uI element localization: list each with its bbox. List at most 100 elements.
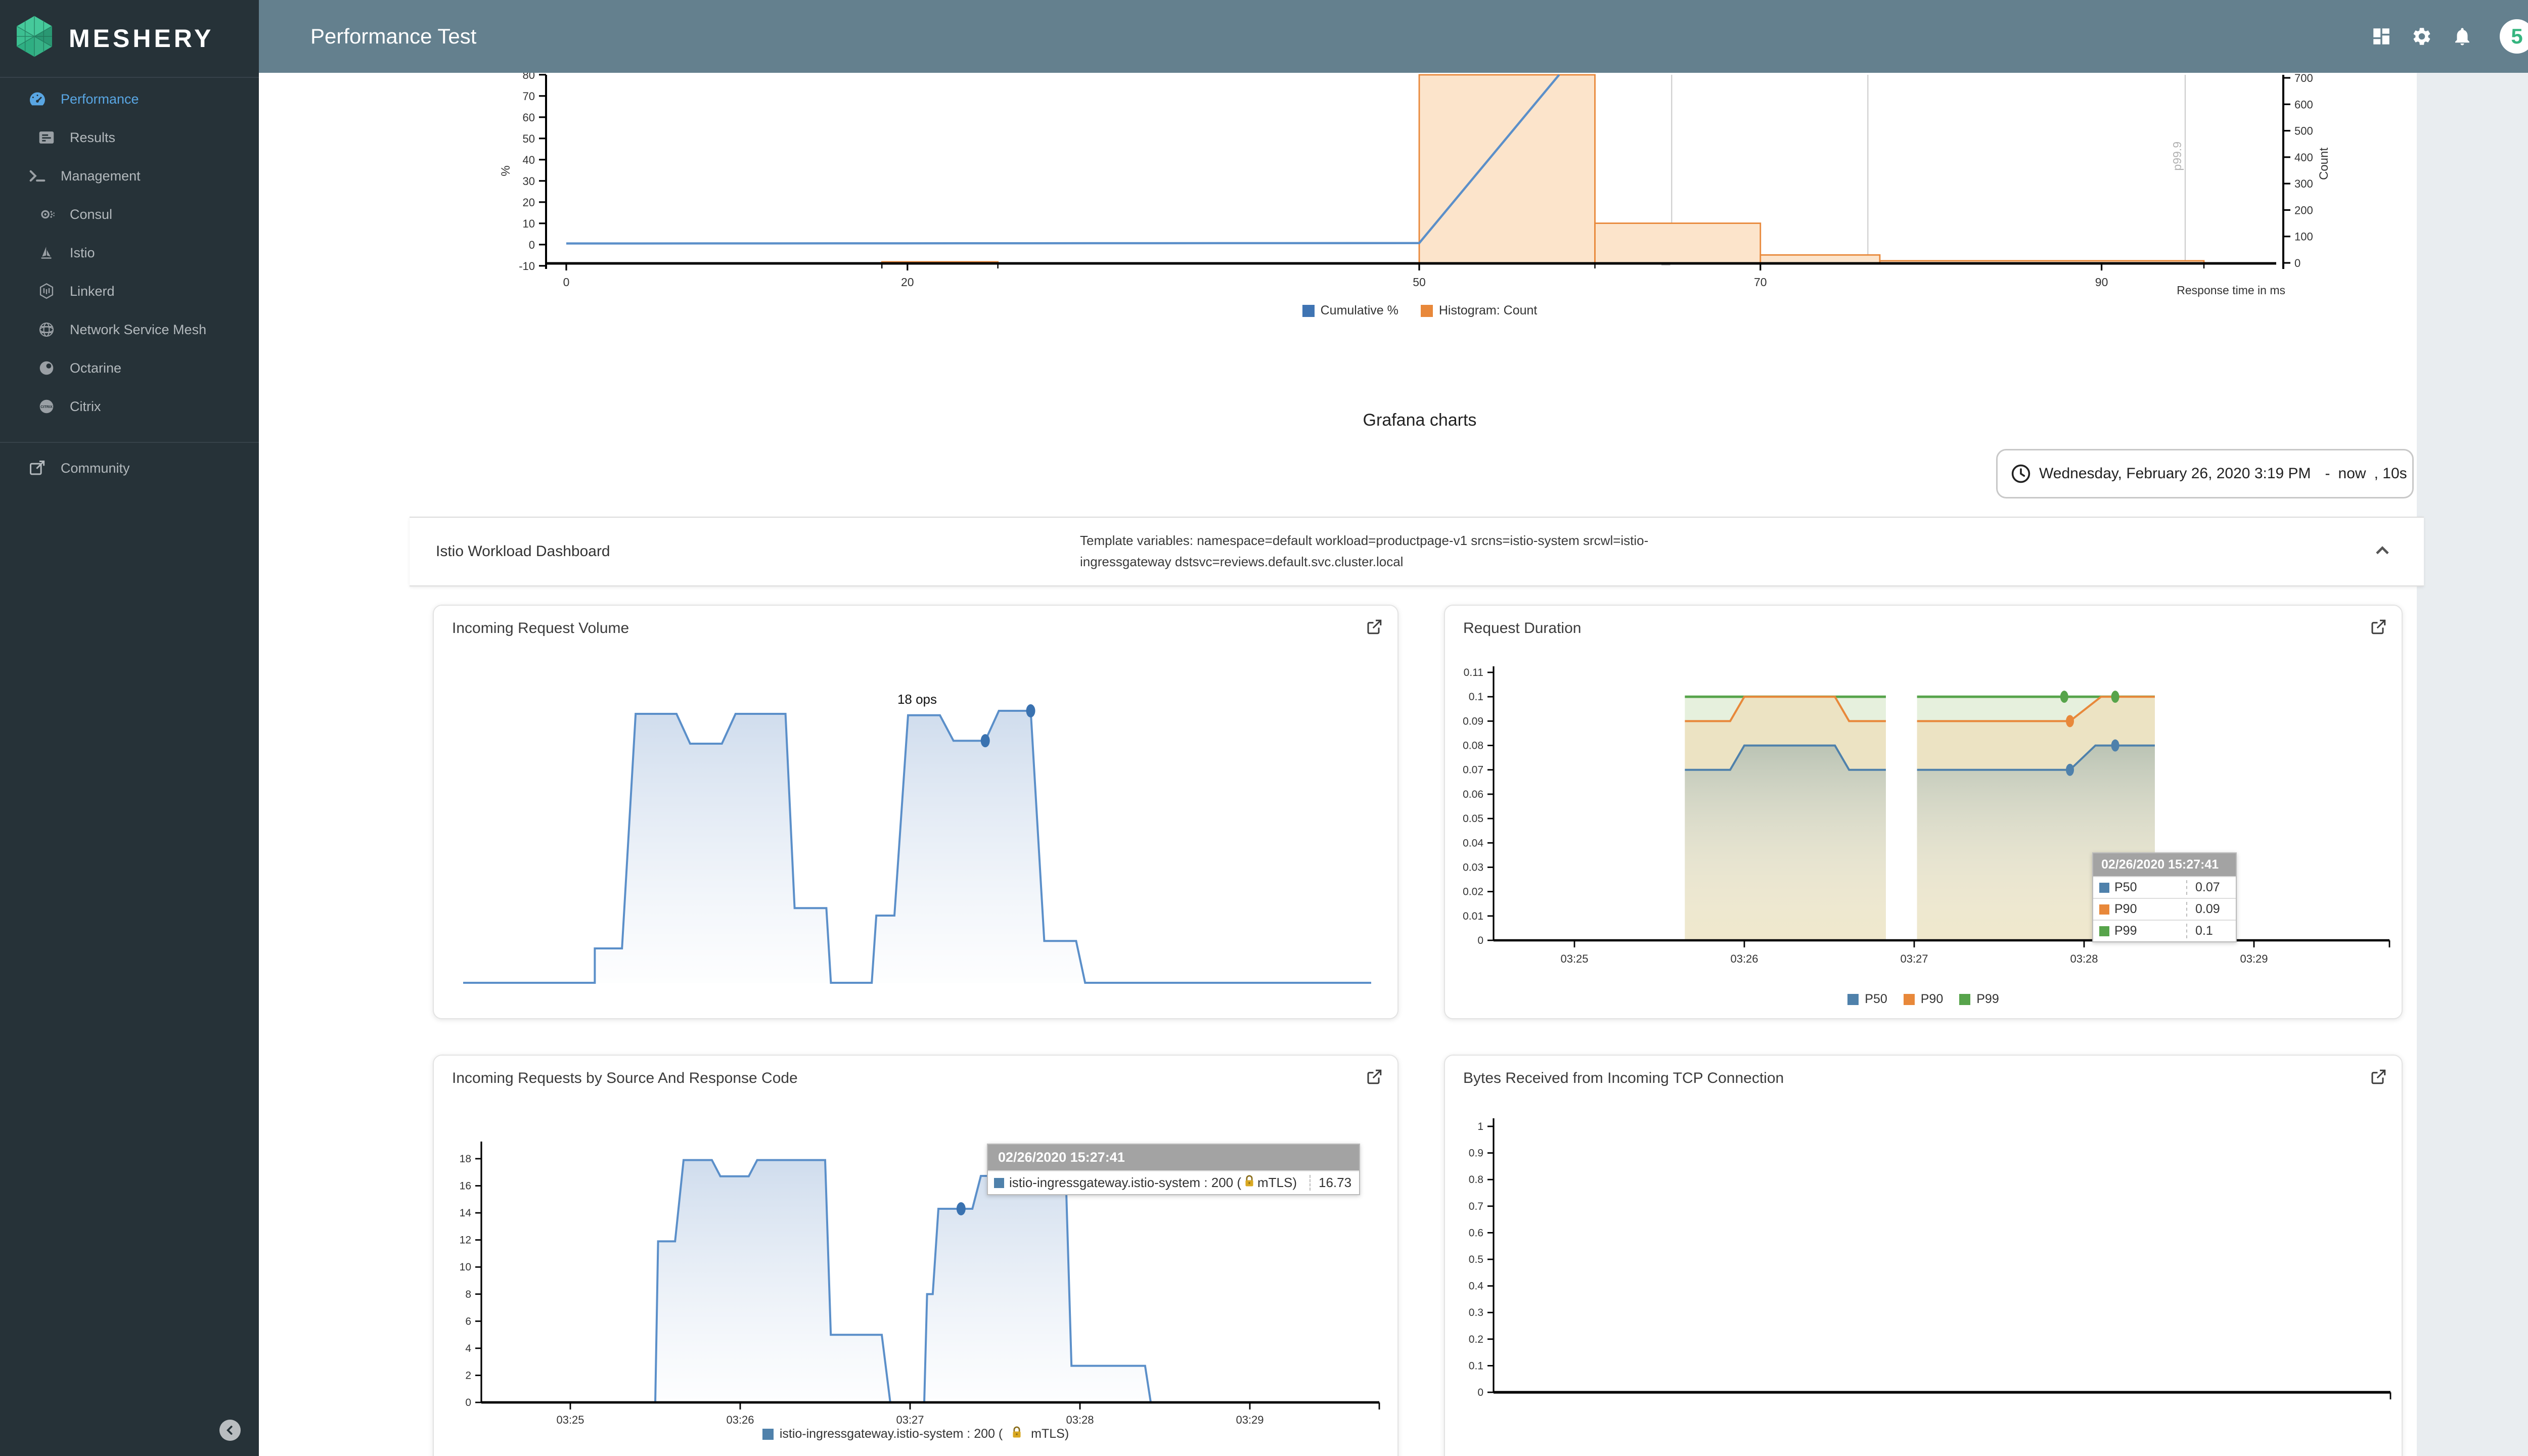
sidebar-item-linkerd[interactable]: Linkerd [0,272,259,310]
svg-text:0.07: 0.07 [1463,764,1483,776]
brand-name: MESHERY [69,24,214,53]
svg-text:0.1: 0.1 [1469,691,1483,703]
bytes-received-chart[interactable]: 00.10.20.30.40.50.60.70.80.91 [1445,1056,2402,1456]
svg-text:0.08: 0.08 [1463,740,1483,752]
sidebar-item-octarine[interactable]: Octarine [0,349,259,387]
open-in-new-icon[interactable] [2369,618,2387,636]
legend-item: Cumulative % [1302,303,1398,318]
open-in-new-icon[interactable] [1365,1068,1383,1086]
grafana-section-heading: Grafana charts [259,411,2528,430]
svg-text:700: 700 [2294,73,2313,84]
panel-incoming-request-volume: Incoming Request Volume 18 ops [433,605,1398,1019]
svg-text:03:26: 03:26 [726,1414,754,1426]
header-icons: 5 [2370,19,2528,54]
incoming-requests-legend: istio-ingressgateway.istio-system : 200 … [434,1426,1397,1442]
user-avatar[interactable]: 5 [2500,19,2528,54]
svg-text:90: 90 [2095,276,2108,289]
istio-sail-icon [36,243,57,263]
chevron-up-icon[interactable] [2371,540,2394,562]
time-range-picker[interactable]: Wednesday, February 26, 2020 3:19 PM - n… [1996,449,2414,498]
mtls-lock-icon [1011,1426,1023,1442]
settings-gear-icon[interactable] [2411,25,2433,48]
svg-text:0.6: 0.6 [1469,1227,1483,1239]
svg-text:70: 70 [1754,276,1767,289]
notifications-bell-icon[interactable] [2451,25,2473,48]
svg-text:0.11: 0.11 [1464,667,1483,678]
panel-incoming-requests-by-source: Incoming Requests by Source And Response… [433,1055,1398,1456]
svg-text:CITRIX: CITRIX [40,404,53,409]
svg-text:50: 50 [1413,276,1426,289]
linkerd-logo-icon [36,281,57,301]
svg-text:0.4: 0.4 [1469,1281,1484,1292]
sidebar-item-consul[interactable]: Consul [0,195,259,234]
time-range-end: now [2338,465,2366,482]
svg-text:Count: Count [2317,148,2331,180]
svg-text:03:26: 03:26 [1730,952,1758,965]
brand[interactable]: MESHERY [0,0,259,78]
svg-text:0: 0 [2294,257,2300,269]
svg-text:500: 500 [2294,125,2313,138]
svg-text:400: 400 [2294,151,2313,164]
svg-text:%: % [499,165,513,176]
open-in-new-icon[interactable] [2369,1068,2387,1086]
svg-text:03:28: 03:28 [2070,952,2098,965]
consul-logo-icon [36,204,57,224]
dashboard-grid-icon[interactable] [2370,25,2392,48]
svg-text:200: 200 [2294,204,2313,216]
svg-text:0: 0 [465,1397,471,1408]
incoming-requests-tooltip: 02/26/2020 15:27:41 istio-ingressgateway… [987,1144,1360,1195]
svg-text:0.2: 0.2 [1469,1334,1483,1345]
main-area: Performance Test 5 p75p90p99.9-100102030… [259,0,2528,1456]
sidebar-item-results[interactable]: Results [0,118,259,157]
svg-text:0.01: 0.01 [1463,911,1483,922]
svg-text:4: 4 [465,1343,471,1354]
clock-icon [2010,463,2032,485]
sidebar-item-management[interactable]: Management [0,157,259,195]
incoming-requests-chart[interactable]: 02468101214161803:2503:2603:2703:2803:29 [434,1056,1397,1456]
svg-text:0.03: 0.03 [1463,861,1483,873]
tooltip-timestamp: 02/26/2020 15:27:41 [2093,853,2236,876]
svg-text:70: 70 [523,90,535,103]
svg-text:03:25: 03:25 [1560,952,1588,965]
duration-tooltip: 02/26/2020 15:27:41 P500.07 P900.09 P990… [2092,852,2237,942]
octarine-shell-icon [36,358,57,378]
sidebar-item-network-service-mesh[interactable]: Network Service Mesh [0,310,259,349]
svg-text:20: 20 [523,196,535,209]
tooltip-timestamp: 02/26/2020 15:27:41 [988,1145,1359,1170]
terminal-prompt-icon [27,166,48,186]
mtls-lock-icon [1243,1174,1255,1191]
panel-request-duration: Request Duration 00.010.020.030.040.050.… [1444,605,2403,1019]
svg-text:0: 0 [563,276,570,289]
panel-bytes-received: Bytes Received from Incoming TCP Connect… [1444,1055,2403,1456]
sidebar-collapse-button[interactable] [219,1420,241,1441]
latency-histogram-chart[interactable]: p75p90p99.9-1001020304050607080010020030… [259,73,2417,336]
latency-chart-legend: Cumulative % Histogram: Count [426,303,2414,318]
header-bar: Performance Test 5 [259,0,2528,73]
svg-text:14: 14 [460,1207,472,1219]
svg-text:20: 20 [901,276,914,289]
sidebar-item-performance[interactable]: Performance [0,80,259,118]
svg-text:0.8: 0.8 [1469,1174,1483,1186]
incoming-request-volume-chart[interactable]: 18 ops [434,606,1397,1018]
citrix-badge-icon: CITRIX [36,396,57,417]
request-duration-chart[interactable]: 00.010.020.030.040.050.060.070.080.090.1… [1445,606,2402,1018]
dashboard-row-title: Istio Workload Dashboard [436,518,610,585]
svg-text:10: 10 [523,217,535,230]
sidebar-item-citrix[interactable]: CITRIX Citrix [0,387,259,426]
svg-text:6: 6 [465,1315,471,1327]
app-window: MESHERY Performance Results Management C… [0,0,2528,1456]
svg-text:30: 30 [523,175,535,188]
svg-text:0: 0 [1477,1387,1483,1398]
svg-text:0.7: 0.7 [1469,1201,1483,1212]
svg-text:80: 80 [523,73,535,81]
svg-text:p99.9: p99.9 [2171,142,2184,171]
svg-text:10: 10 [460,1261,471,1273]
svg-text:60: 60 [523,111,535,124]
sidebar-item-istio[interactable]: Istio [0,234,259,272]
svg-text:1: 1 [1477,1121,1483,1132]
svg-text:0.5: 0.5 [1469,1254,1483,1265]
istio-workload-dashboard-row[interactable]: Istio Workload Dashboard Template variab… [410,517,2424,586]
open-in-new-icon[interactable] [1365,618,1383,636]
meshery-logo-icon [12,14,57,63]
sidebar-item-community[interactable]: Community [0,449,259,487]
